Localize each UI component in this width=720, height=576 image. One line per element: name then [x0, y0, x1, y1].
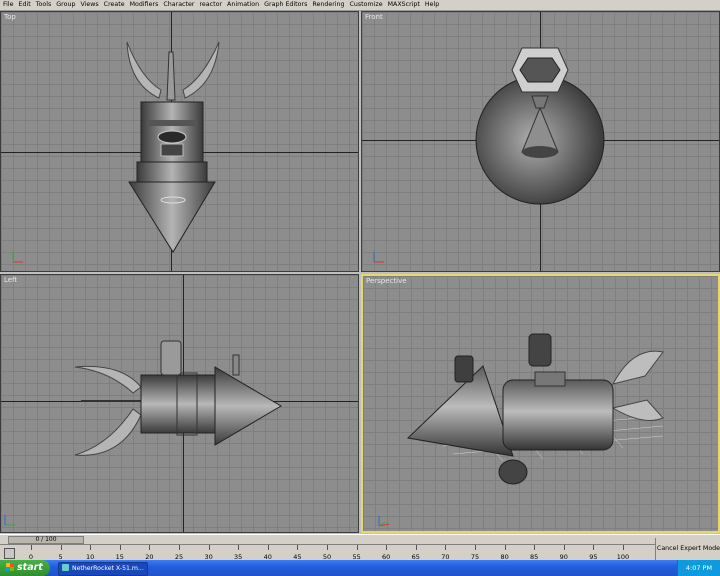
- menu-character[interactable]: Character: [160, 0, 196, 10]
- menu-views[interactable]: Views: [77, 0, 100, 10]
- track-tick-mark: [386, 545, 388, 550]
- menu-customize[interactable]: Customize: [347, 0, 385, 10]
- start-button[interactable]: start: [0, 560, 50, 576]
- track-tick-mark: [31, 545, 32, 550]
- axis-gizmo-front: [373, 252, 384, 263]
- track-tick-mark: [327, 545, 328, 550]
- menu-graph-editors[interactable]: Graph Editors: [261, 0, 309, 10]
- rocket-model-front: [475, 47, 605, 205]
- menu-help[interactable]: Help: [422, 0, 441, 10]
- 3dsmax-app-icon: [62, 564, 69, 571]
- axis-gizmo-top: [12, 252, 23, 263]
- track-tick-mark: [563, 545, 565, 550]
- track-bar-icon[interactable]: [4, 548, 15, 559]
- track-tick-mark: [445, 545, 447, 550]
- track-bar[interactable]: 0 5 10 15 20 25 30 35 40 45 50 55 60 65 70 75 80 85 90 95 10…: [0, 544, 655, 561]
- start-label: start: [17, 562, 43, 573]
- track-tick-mark: [623, 545, 624, 550]
- viewport-top[interactable]: Top: [0, 11, 359, 272]
- rocket-model-left: [74, 340, 282, 456]
- rocket-model-perspective: [406, 333, 664, 485]
- track-tick-mark: [90, 545, 92, 550]
- viewport-left[interactable]: Left: [0, 274, 359, 533]
- time-slider[interactable]: 0 / 100: [8, 536, 84, 544]
- menu-edit[interactable]: Edit: [16, 0, 33, 10]
- rocket-model-top: [126, 41, 220, 253]
- system-clock: 4:07 PM: [677, 560, 720, 576]
- track-tick-mark: [267, 545, 269, 550]
- menu-create[interactable]: Create: [101, 0, 127, 10]
- track-tick-mark: [356, 545, 358, 550]
- track-tick-mark: [149, 545, 151, 550]
- track-tick-mark: [415, 545, 417, 550]
- menu-rendering[interactable]: Rendering: [309, 0, 346, 10]
- track-tick-mark: [504, 545, 506, 550]
- track-tick-mark: [238, 545, 240, 550]
- menu-file[interactable]: File: [0, 0, 16, 10]
- viewport-front[interactable]: Front: [361, 11, 720, 272]
- track-tick-mark: [475, 545, 476, 550]
- cancel-expert-mode-button[interactable]: Cancel Expert Mode: [655, 538, 720, 560]
- menu-bar: File Edit Tools Group Views Create Modifiers Ch…: [0, 0, 720, 11]
- track-tick-mark: [534, 545, 536, 550]
- track-tick-mark: [593, 545, 595, 550]
- windows-flag-icon: [6, 563, 14, 571]
- menu-maxscript[interactable]: MAXScript: [385, 0, 422, 10]
- taskbar-app-label: NetherRocket X-51.m...: [72, 565, 144, 572]
- viewport-area: Top Front Left Perspective: [0, 11, 720, 534]
- track-tick-mark: [60, 545, 62, 550]
- track-tick-mark: [208, 545, 210, 550]
- windows-taskbar: start NetherRocket X-51.m... 4:07 PM: [0, 560, 720, 576]
- menu-reactor[interactable]: reactor: [196, 0, 224, 10]
- axis-gizmo-perspective: [378, 516, 390, 527]
- axis-gizmo-left: [4, 515, 15, 526]
- menu-animation[interactable]: Animation: [224, 0, 261, 10]
- track-tick-mark: [179, 545, 180, 550]
- viewport-perspective[interactable]: Perspective: [361, 274, 720, 533]
- menu-modifiers[interactable]: Modifiers: [127, 0, 161, 10]
- taskbar-app-button[interactable]: NetherRocket X-51.m...: [58, 562, 148, 576]
- menu-tools[interactable]: Tools: [33, 0, 54, 10]
- menu-group[interactable]: Group: [53, 0, 77, 10]
- track-tick-mark: [119, 545, 121, 550]
- track-tick-mark: [297, 545, 299, 550]
